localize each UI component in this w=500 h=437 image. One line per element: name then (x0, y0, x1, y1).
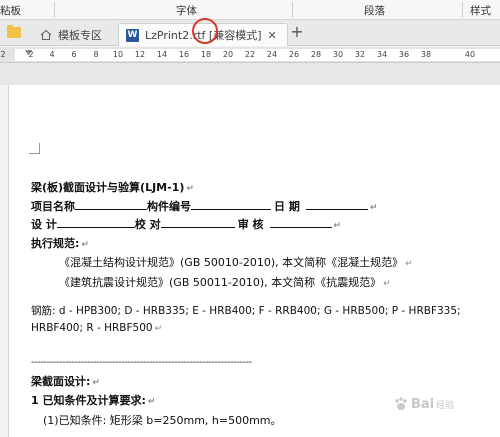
date-label: 日 期 (274, 200, 300, 213)
ribbon-group-label: 粘板 (0, 4, 21, 17)
margin-corner-mark (39, 143, 40, 154)
signoff-row: 设 计校 对审 核 ↵ (31, 218, 342, 231)
date-field[interactable] (305, 200, 368, 210)
ruler-number: 36 (398, 50, 410, 59)
add-tab-button[interactable]: + (290, 22, 304, 42)
ruler-number: 40 (464, 50, 476, 59)
watermark-brand: Bai (411, 396, 435, 412)
ribbon-group-label: 字体 (176, 4, 197, 17)
close-icon[interactable]: ✕ (268, 29, 277, 42)
project-name-label: 项目名称 (31, 200, 75, 213)
ruler-number: 26 (288, 50, 300, 59)
annotation-circle (192, 18, 218, 44)
folder-icon[interactable] (7, 25, 21, 38)
ruler-number: 2 (0, 50, 6, 59)
section-heading: 梁截面设计: ↵ (31, 375, 100, 388)
member-no-label: 构件编号 (147, 200, 191, 213)
member-no-field[interactable] (191, 200, 271, 210)
ribbon-separator (54, 2, 55, 18)
ribbon-group-paragraph: 段落 (364, 0, 385, 20)
ribbon-group-labels: 粘板 字体 段落 样式 (0, 0, 500, 20)
word-document-icon: W (126, 28, 139, 42)
ruler-number: 4 (49, 50, 55, 59)
check-field[interactable] (160, 218, 235, 228)
design-label: 设 计 (31, 218, 57, 231)
ruler-number: 12 (134, 50, 146, 59)
ruler-number: 24 (266, 50, 278, 59)
document-title: 梁(板)截面设计与验算(LJM-1) ↵ (31, 181, 194, 194)
spec-item: 《混凝土结构设计规范》(GB 50010-2010), 本文简称《混凝土规范》 ↵ (59, 256, 413, 269)
specs-heading: 执行规范: ↵ (31, 237, 89, 250)
review-label: 审 核 (237, 218, 264, 231)
ribbon-group-label: 样式 (470, 4, 491, 17)
project-name-field[interactable] (75, 200, 147, 210)
margin-corner-mark (29, 153, 39, 154)
ruler-number: 22 (244, 50, 256, 59)
ruler-number: 8 (93, 50, 99, 59)
ribbon-group-clipboard: 粘板 (0, 0, 21, 20)
ribbon-separator (462, 2, 463, 18)
ruler-number: 14 (156, 50, 168, 59)
spec-item: 《建筑抗震设计规范》(GB 50011-2010), 本文简称《抗震规范》 ↵ (59, 276, 391, 289)
review-field[interactable] (269, 218, 332, 228)
watermark-sub: 经验 (436, 400, 455, 411)
rebar-legend-continued: HRBF400; R - HRBF500 ↵ (31, 322, 163, 334)
tab-label: 模板专区 (58, 28, 102, 42)
ribbon-group-label: 段落 (364, 4, 385, 17)
document-page[interactable]: 梁(板)截面设计与验算(LJM-1) ↵ 项目名称 构件编号日 期 ↵ 设 计校 对审… (8, 85, 500, 437)
subsection-heading: 1 已知条件及计算要求: ↵ (31, 394, 156, 407)
ruler-number: 34 (376, 50, 388, 59)
design-field[interactable] (56, 218, 135, 228)
ruler-number: 10 (112, 50, 124, 59)
ruler-number: 32 (354, 50, 366, 59)
horizontal-ruler[interactable]: 2 2 4 6 8 10 12 14 16 18 20 22 24 26 28 … (0, 47, 500, 63)
ruler-number: 6 (71, 50, 77, 59)
ruler-number: 20 (222, 50, 234, 59)
separator-dashes: ----------------------------------------… (31, 357, 252, 368)
ribbon-group-font: 字体 (176, 0, 197, 20)
canvas-background (0, 63, 500, 85)
ribbon-separator (292, 2, 293, 18)
ruler-number: 16 (178, 50, 190, 59)
home-icon (40, 29, 52, 41)
document-tab-bar: 模板专区 W LzPrint2.rtf [兼容模式] ✕ + (0, 20, 500, 46)
ribbon-group-styles: 样式 (470, 0, 491, 20)
tab-template-zone[interactable]: 模板专区 (36, 23, 114, 46)
check-label: 校 对 (134, 218, 161, 231)
condition-item: (1)已知条件: 矩形梁 b=250mm, h=500mm。 (43, 414, 282, 427)
ruler-number: 30 (332, 50, 344, 59)
ruler-number: 38 (420, 50, 432, 59)
ruler-number: 2 (28, 50, 34, 59)
rebar-legend: 钢筋: d - HPB300; D - HRB335; E - HRB400; … (31, 305, 461, 317)
ruler-number: 18 (200, 50, 212, 59)
watermark: Bai 经验 (393, 396, 454, 412)
paw-logo-icon (395, 397, 407, 410)
ruler-number: 28 (310, 50, 322, 59)
project-info-row: 项目名称 构件编号日 期 ↵ (31, 200, 378, 213)
